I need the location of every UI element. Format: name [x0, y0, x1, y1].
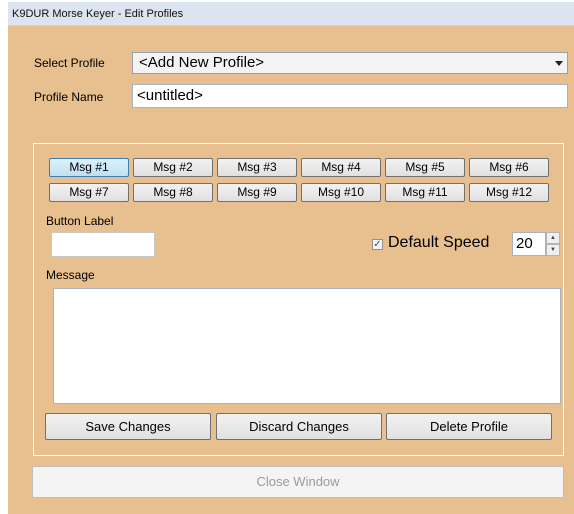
- select-profile-label: Select Profile: [34, 56, 105, 70]
- profile-select-value: <Add New Profile>: [139, 54, 265, 71]
- save-changes-button[interactable]: Save Changes: [45, 413, 211, 440]
- window-title: K9DUR Morse Keyer - Edit Profiles: [8, 2, 574, 26]
- msg-button-10[interactable]: Msg #10: [301, 183, 381, 202]
- button-label-input[interactable]: [51, 232, 155, 257]
- chevron-down-icon[interactable]: [555, 61, 563, 66]
- profile-name-label: Profile Name: [34, 90, 104, 104]
- message-caption: Message: [46, 268, 95, 282]
- msg-button-6[interactable]: Msg #6: [469, 158, 549, 177]
- edit-profiles-window: K9DUR Morse Keyer - Edit Profiles Select…: [8, 2, 574, 514]
- checkmark-icon: ✓: [373, 239, 382, 250]
- profile-select[interactable]: <Add New Profile>: [132, 52, 568, 74]
- msg-button-1[interactable]: Msg #1: [49, 158, 129, 177]
- default-speed-label: Default Speed: [388, 234, 490, 251]
- delete-profile-button[interactable]: Delete Profile: [386, 413, 552, 440]
- msg-button-12[interactable]: Msg #12: [469, 183, 549, 202]
- msg-button-8[interactable]: Msg #8: [133, 183, 213, 202]
- discard-changes-button[interactable]: Discard Changes: [216, 413, 382, 440]
- msg-button-2[interactable]: Msg #2: [133, 158, 213, 177]
- msg-button-4[interactable]: Msg #4: [301, 158, 381, 177]
- msg-button-3[interactable]: Msg #3: [217, 158, 297, 177]
- msg-button-9[interactable]: Msg #9: [217, 183, 297, 202]
- spin-down-icon[interactable]: ▼: [546, 244, 560, 256]
- msg-button-5[interactable]: Msg #5: [385, 158, 465, 177]
- default-speed-checkbox[interactable]: ✓: [372, 239, 383, 250]
- close-window-button[interactable]: Close Window: [32, 466, 564, 498]
- spin-up-icon[interactable]: ▲: [546, 232, 560, 244]
- speed-spinner[interactable]: ▲ ▼: [546, 232, 560, 256]
- message-textarea[interactable]: [53, 288, 561, 404]
- msg-button-7[interactable]: Msg #7: [49, 183, 129, 202]
- profile-name-input[interactable]: <untitled>: [132, 84, 568, 108]
- speed-input[interactable]: 20: [512, 232, 546, 256]
- button-label-caption: Button Label: [46, 214, 114, 228]
- msg-button-11[interactable]: Msg #11: [385, 183, 465, 202]
